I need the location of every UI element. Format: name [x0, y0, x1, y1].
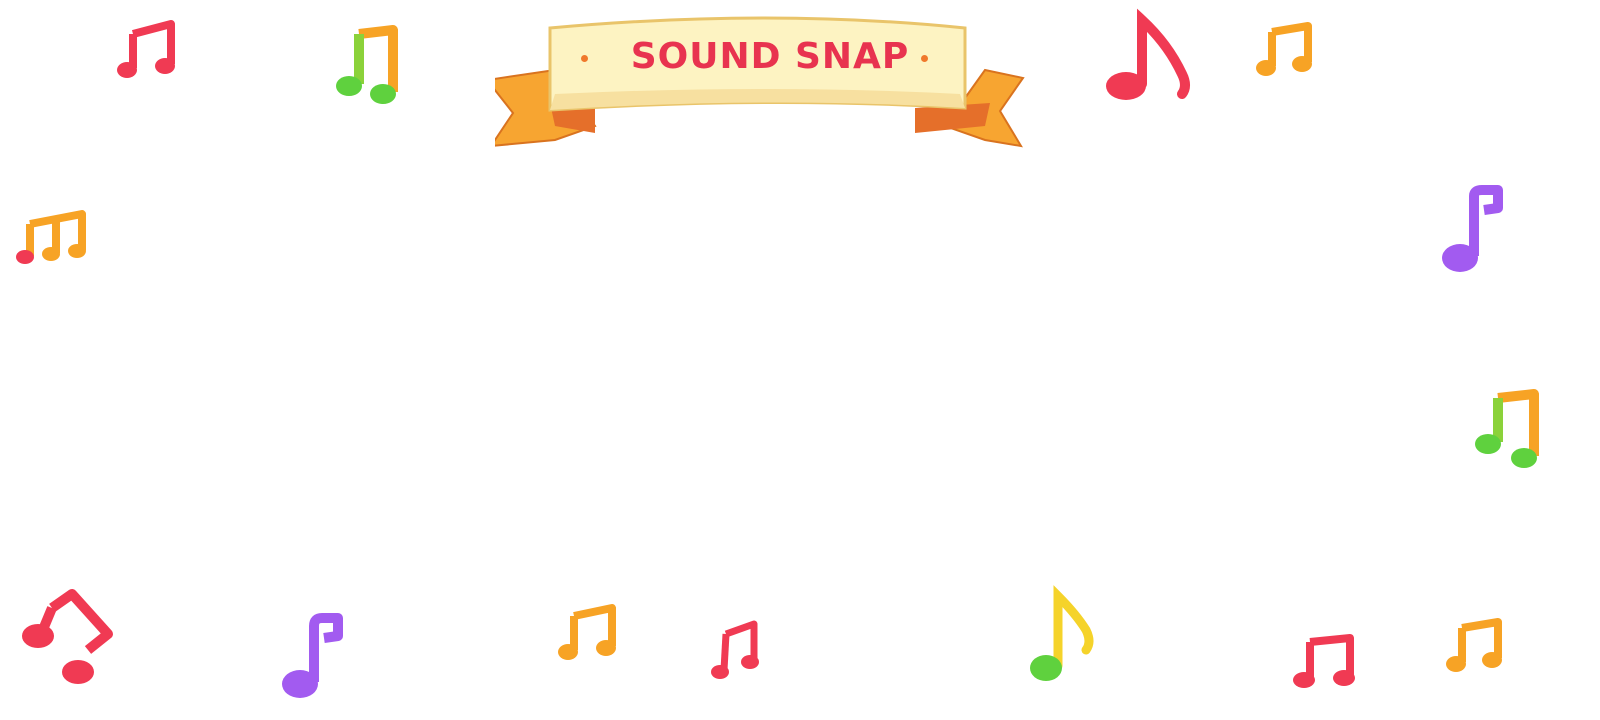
beamed-eighth-notes-icon	[1444, 618, 1506, 676]
beamed-eighth-notes-icon	[115, 20, 179, 80]
beamed-eighth-notes-icon	[1472, 389, 1544, 472]
banner-dot-right	[921, 55, 928, 62]
game-stage: SOUND SNAP	[0, 0, 1600, 720]
title-banner: SOUND SNAP	[495, 8, 1045, 158]
beamed-eighth-notes-icon	[1292, 634, 1358, 692]
beamed-eighth-notes-icon	[556, 604, 620, 664]
eighth-note-icon	[1026, 585, 1100, 686]
ribbon-graphic	[495, 16, 1025, 148]
beamed-eighth-notes-icon	[1254, 22, 1316, 78]
eighth-note-icon	[1098, 8, 1194, 104]
quarter-note-icon	[1440, 185, 1504, 278]
beamed-triplet-notes-icon	[16, 210, 88, 268]
beamed-eighth-notes-icon	[710, 620, 762, 682]
beamed-eighth-notes-icon	[333, 25, 403, 108]
quarter-note-icon	[278, 613, 344, 704]
beamed-eighth-notes-icon	[18, 589, 114, 688]
